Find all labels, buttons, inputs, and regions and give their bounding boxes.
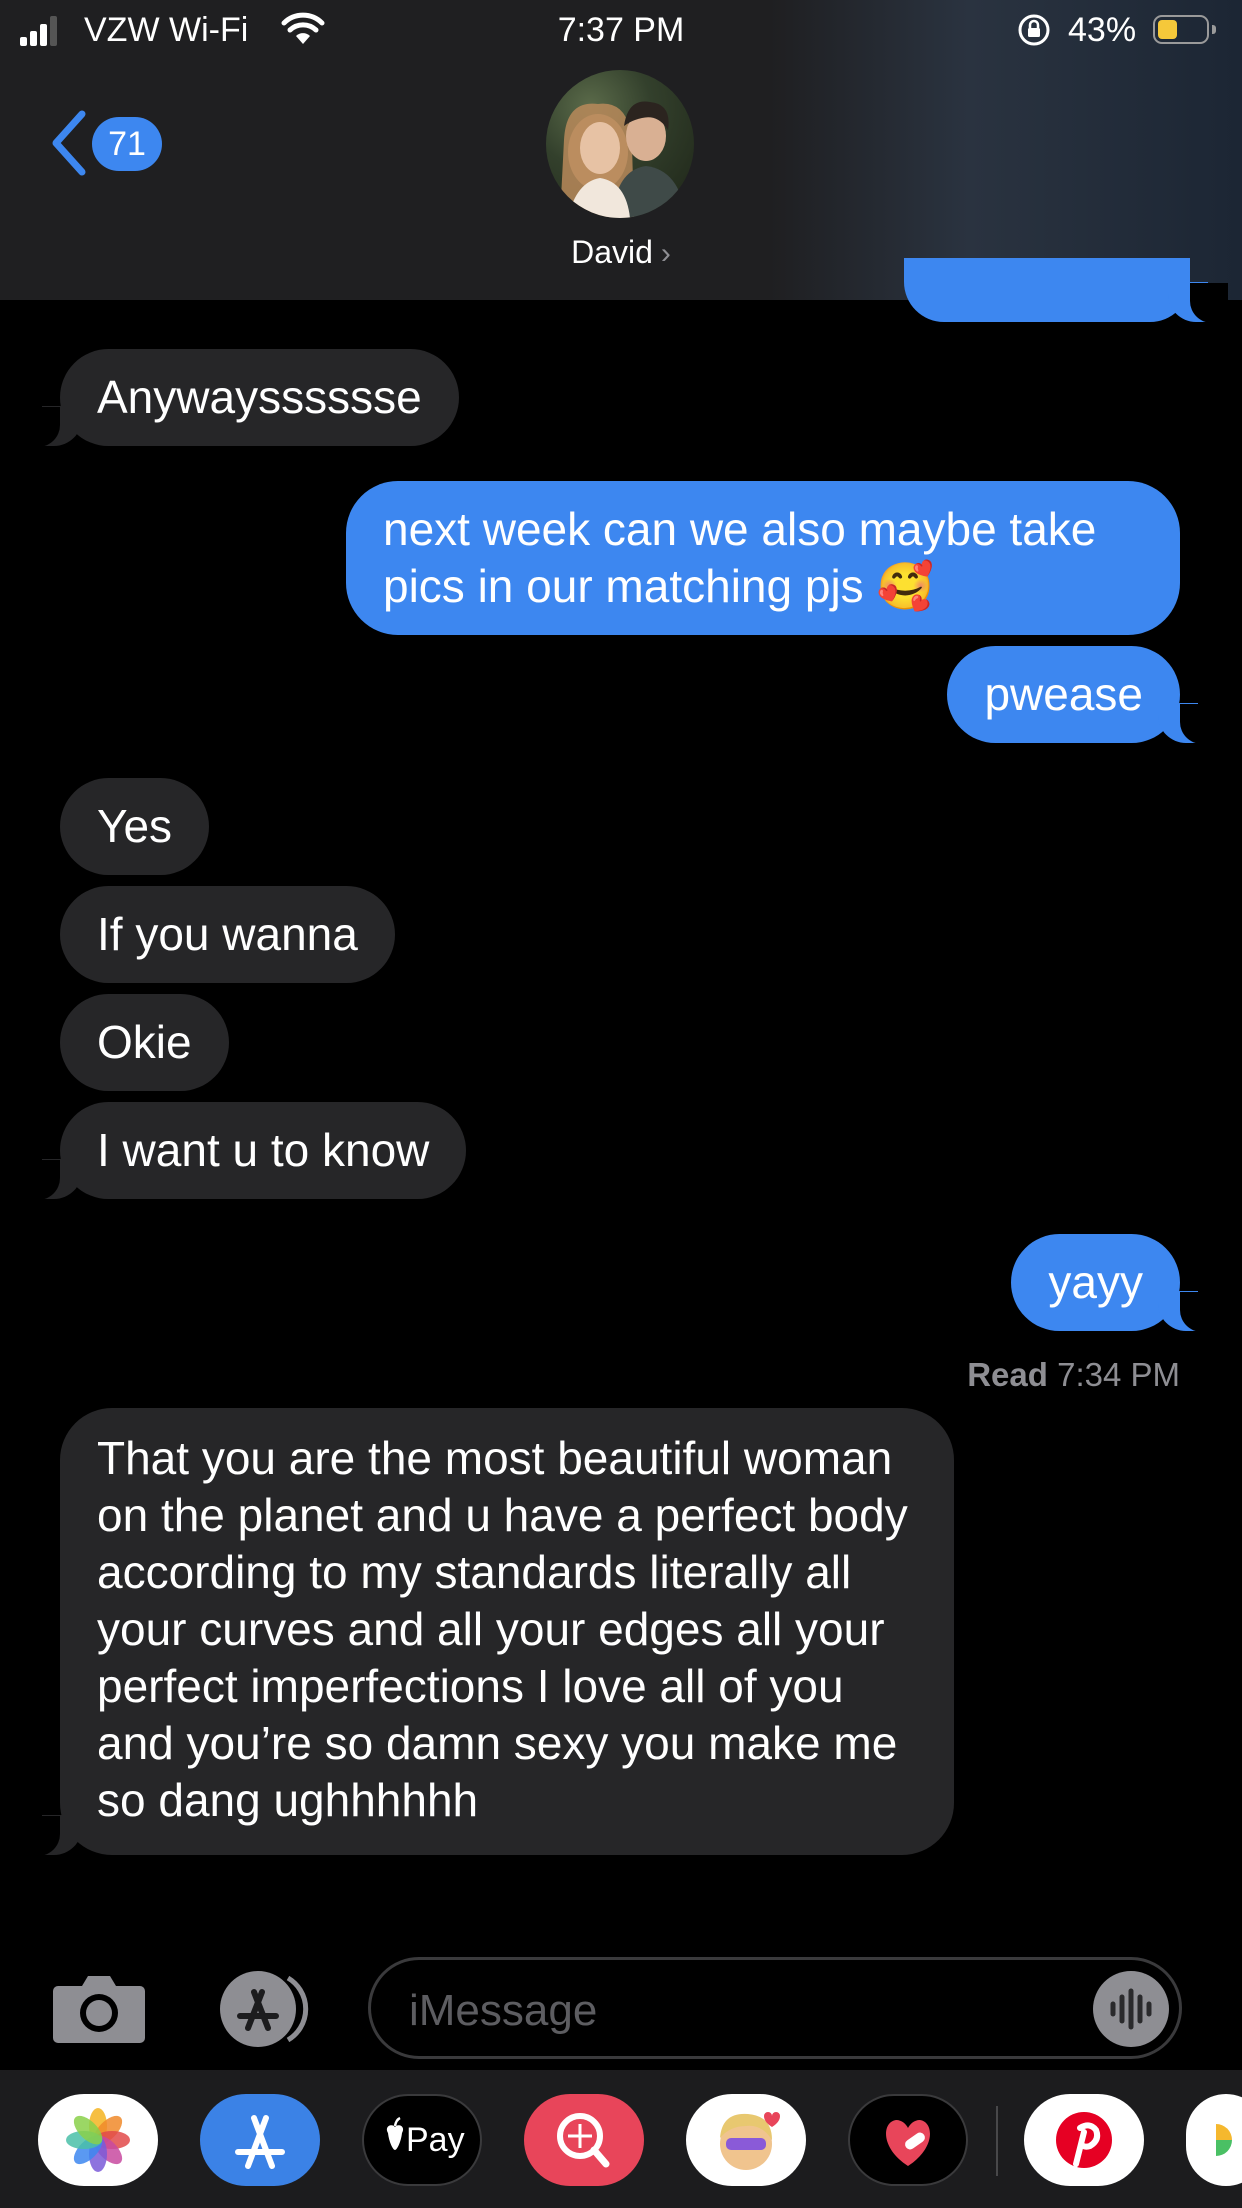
message-bubble-incoming[interactable]: That you are the most beautiful woman on… — [22, 1408, 954, 1856]
memoji-icon — [720, 2112, 780, 2170]
avatar-photo-icon — [560, 101, 686, 218]
image-search-icon — [557, 2113, 610, 2168]
chevron-right-icon: › — [660, 237, 671, 270]
app-store-button-icon[interactable] — [210, 1970, 320, 2048]
rotation-lock-icon — [1018, 14, 1050, 46]
memoji-app-icon[interactable] — [686, 2094, 806, 2186]
message-bubble-incoming[interactable]: Anywaysssssse — [22, 349, 459, 447]
unread-count-badge[interactable]: 71 — [92, 117, 162, 171]
pinterest-icon — [1056, 2112, 1112, 2168]
conversation-header: VZW Wi-Fi 7:37 PM 43% 71 David › — [0, 0, 1242, 300]
message-bubble-incoming[interactable]: Okie — [60, 994, 229, 1091]
app-drawer-divider — [996, 2106, 998, 2176]
message-bubble-incoming[interactable]: Yes — [60, 778, 210, 875]
svg-text:Pay: Pay — [406, 2121, 465, 2159]
app-store-app-icon[interactable] — [200, 2094, 320, 2186]
partial-app-glyph-icon — [1216, 2124, 1232, 2156]
message-bubble-outgoing[interactable]: next week can we also maybe take pics in… — [346, 481, 1180, 635]
voice-message-button[interactable] — [1093, 1971, 1169, 2047]
photos-icon — [66, 2108, 130, 2172]
message-input-field[interactable]: iMessage — [368, 1957, 1182, 2059]
back-chevron-icon[interactable] — [48, 110, 88, 176]
digital-touch-app-icon[interactable] — [848, 2094, 968, 2186]
image-search-app-icon[interactable] — [524, 2094, 644, 2186]
message-bubble-outgoing[interactable] — [904, 258, 1228, 323]
apple-pay-app-icon[interactable]: Pay — [362, 2094, 482, 2186]
app-drawer: Pay — [0, 2070, 1242, 2208]
status-bar: VZW Wi-Fi 7:37 PM 43% — [0, 0, 1242, 62]
partial-app-icon[interactable] — [1186, 2094, 1242, 2186]
battery-icon — [1153, 15, 1216, 44]
digital-touch-icon — [886, 2120, 930, 2166]
message-bubble-outgoing[interactable]: yayy — [1011, 1234, 1218, 1332]
message-bubble-outgoing[interactable]: pwease — [947, 646, 1218, 744]
photos-app-icon[interactable] — [38, 2094, 158, 2186]
camera-icon[interactable] — [52, 1972, 146, 2044]
read-receipt: Read 7:34 PM — [967, 1356, 1180, 1393]
message-input-placeholder: iMessage — [409, 1986, 598, 2035]
waveform-icon — [1110, 1988, 1152, 2030]
pinterest-app-icon[interactable] — [1024, 2094, 1144, 2186]
message-bubble-incoming[interactable]: If you wanna — [60, 886, 395, 983]
app-store-icon — [235, 2115, 285, 2169]
battery-percent: 43% — [1068, 11, 1137, 49]
message-bubble-incoming[interactable]: I want u to know — [21, 1102, 467, 1200]
status-time: 7:37 PM — [557, 11, 685, 49]
contact-avatar[interactable] — [546, 70, 694, 218]
apple-pay-icon: Pay — [386, 2116, 465, 2159]
